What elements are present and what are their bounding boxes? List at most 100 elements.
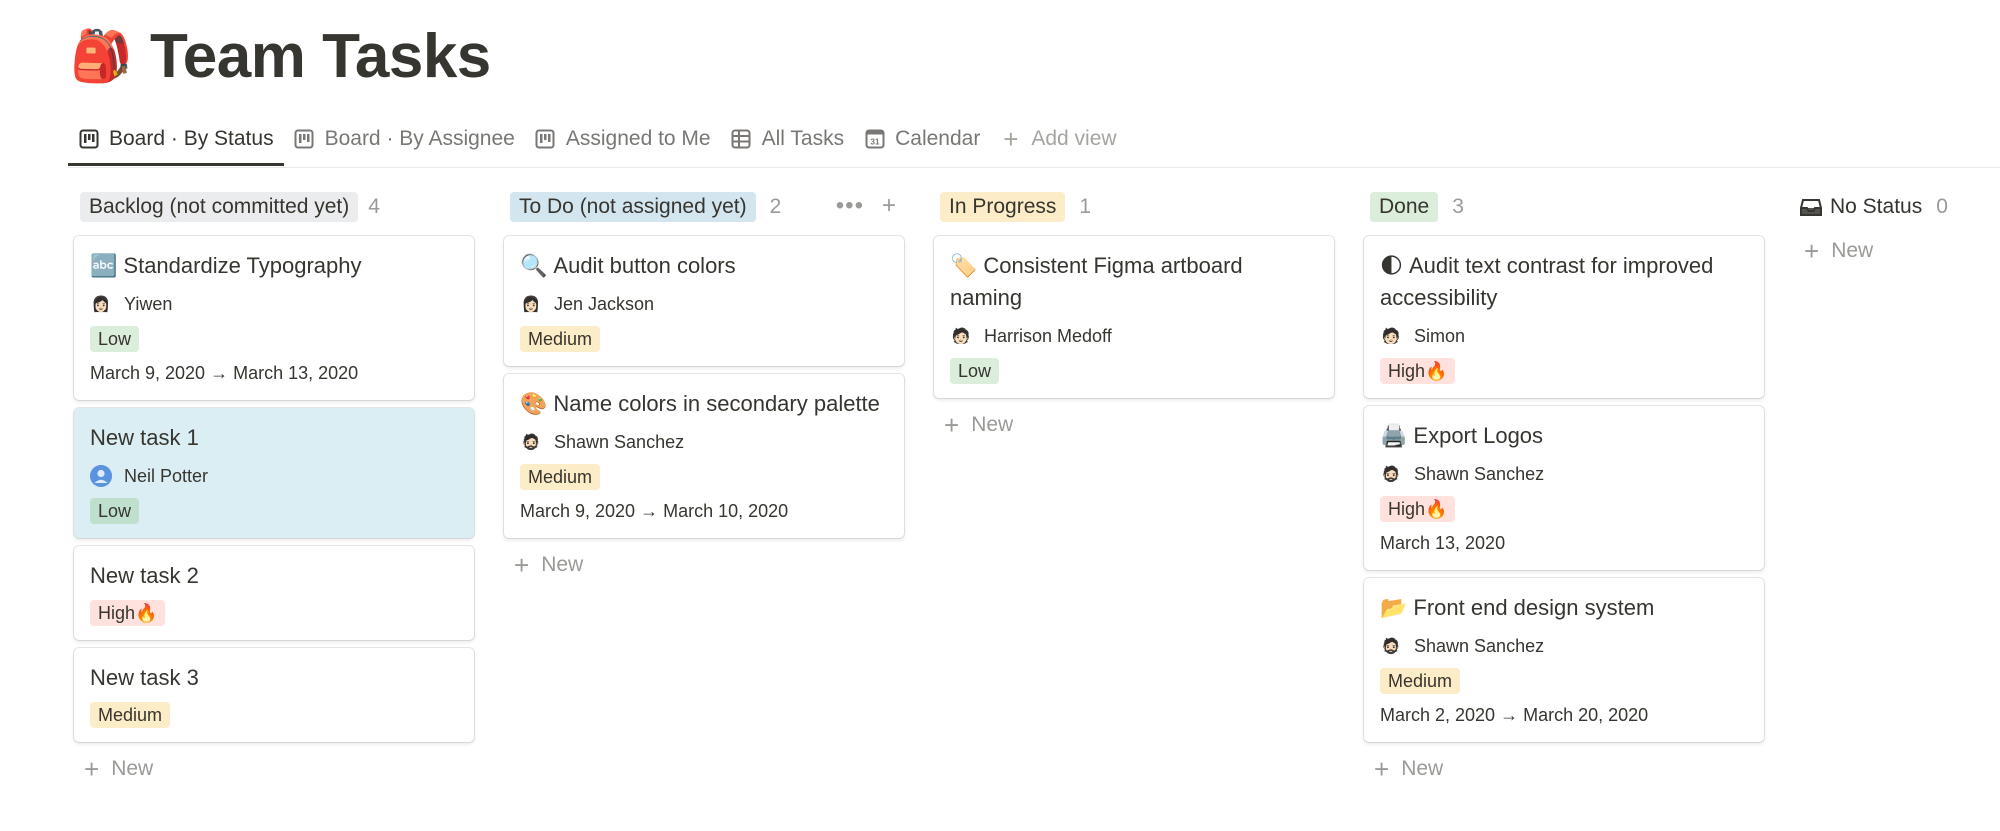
avatar: 🧔🏻 <box>1381 638 1401 655</box>
date: March 13, 2020 <box>1380 533 1506 553</box>
assignee-name: Shawn Sanchez <box>554 431 685 452</box>
task-card[interactable]: 🖨️ Export Logos 🧔🏻 Shawn Sanchez High🔥 Mar… <box>1364 406 1764 570</box>
new-label: New <box>1831 239 1874 262</box>
priority-tag: Low <box>90 498 140 524</box>
column-count: 3 <box>1452 195 1464 218</box>
board-icon <box>535 129 556 150</box>
magnifier-icon: 🔍 <box>520 253 548 278</box>
status-pill: To Do (not assigned yet) <box>510 192 756 222</box>
backpack-icon[interactable]: 🎒 <box>70 31 132 81</box>
printer-icon: 🖨️ <box>1380 423 1408 448</box>
avatar: 🧔🏻 <box>521 434 541 451</box>
assignee: 🧔🏻 Shawn Sanchez <box>1380 632 1748 660</box>
assignee-name: Neil Potter <box>124 465 209 486</box>
column-count: 2 <box>769 195 782 218</box>
new-card-button[interactable]: + New <box>1794 232 1994 270</box>
card-title: Consistent Figma artboard naming <box>950 253 1243 310</box>
task-card[interactable]: New task 1 Neil Potter Low <box>74 408 474 538</box>
assignee-name: Yiwen <box>124 293 173 314</box>
avatar: 🧑🏻 <box>951 328 971 345</box>
card-title: New task 3 <box>90 665 199 690</box>
task-card[interactable]: 🔍 Audit button colors 👩🏻 Jen Jackson Mediu… <box>504 236 904 366</box>
new-label: New <box>1401 757 1444 780</box>
assignee-name: Jen Jackson <box>554 293 655 314</box>
add-view-button[interactable]: + Add view <box>990 112 1126 166</box>
tab-label: Assigned to Me <box>565 127 711 150</box>
column-header[interactable]: In Progress 1 <box>934 188 1334 226</box>
priority-tag: Medium <box>520 326 601 352</box>
task-card[interactable]: 🌓 Audit text contrast for improved access… <box>1364 236 1764 398</box>
column-count: 4 <box>368 195 380 218</box>
assignee-name: Harrison Medoff <box>984 325 1112 346</box>
task-card[interactable]: 🔤 Standardize Typography 👩🏻 Yiwen Low Marc… <box>74 236 474 400</box>
abcd-icon: 🔤 <box>90 253 118 278</box>
task-card[interactable]: New task 3 Medium <box>74 648 474 742</box>
status-pill: Backlog (not committed yet) <box>80 192 359 222</box>
tab-board-by-status[interactable]: Board · By Status <box>68 112 284 166</box>
new-card-button[interactable]: + New <box>504 546 904 584</box>
folder-icon: 📂 <box>1380 595 1408 620</box>
tab-label: Board · By Assignee <box>324 127 515 150</box>
avatar: 🧔🏻 <box>1381 466 1401 483</box>
column-count: 0 <box>1936 195 1948 218</box>
tab-board-by-assignee[interactable]: Board · By Assignee <box>284 112 525 166</box>
column-count: 1 <box>1079 195 1092 218</box>
new-card-button[interactable]: + New <box>1364 750 1764 788</box>
svg-text:31: 31 <box>870 138 879 147</box>
column-done: Done 3 🌓 Audit text contrast for improved… <box>1364 188 1764 788</box>
column-actions: ••• + <box>836 192 896 220</box>
view-tabs: Board · By Status Board · By Assignee As… <box>68 112 1127 168</box>
priority-tag: Low <box>90 326 140 352</box>
column-header[interactable]: No Status 0 <box>1794 188 1994 226</box>
assignee-name: Shawn Sanchez <box>1414 463 1545 484</box>
assignee: 🧔🏻 Shawn Sanchez <box>520 428 888 456</box>
plus-icon[interactable]: + <box>882 192 896 220</box>
new-card-button[interactable]: + New <box>934 406 1334 444</box>
column-header[interactable]: To Do (not assigned yet) 2 ••• + <box>504 188 904 226</box>
new-label: New <box>541 553 584 576</box>
priority-tag: Medium <box>520 464 601 490</box>
priority-tag: High🔥 <box>1380 358 1456 384</box>
assignee: 👩🏻 Yiwen <box>90 290 458 318</box>
status-pill: Done <box>1370 192 1439 222</box>
plus-icon: + <box>1804 235 1820 266</box>
priority-tag: Medium <box>1380 668 1461 694</box>
more-icon[interactable]: ••• <box>836 192 864 220</box>
table-icon <box>731 129 752 150</box>
tab-assigned-to-me[interactable]: Assigned to Me <box>525 112 721 166</box>
column-backlog: Backlog (not committed yet) 4 🔤 Standardi… <box>74 188 474 788</box>
active-tab-indicator <box>68 163 284 166</box>
task-card[interactable]: 📂 Front end design system 🧔🏻 Shawn Sanchez… <box>1364 578 1764 742</box>
column-header[interactable]: Done 3 <box>1364 188 1764 226</box>
card-title: Name colors in secondary palette <box>553 391 880 416</box>
task-card[interactable]: New task 2 High🔥 <box>74 546 474 640</box>
avatar <box>90 465 112 487</box>
plus-icon: + <box>944 409 960 440</box>
plus-icon: + <box>1374 753 1390 784</box>
tab-label: Calendar <box>895 127 981 150</box>
column-in-progress: In Progress 1 🏷️ Consistent Figma artboar… <box>934 188 1334 444</box>
task-card[interactable]: 🎨 Name colors in secondary palette 🧔🏻 Shaw… <box>504 374 904 538</box>
priority-tag: Low <box>950 358 1000 384</box>
plus-icon: + <box>1003 123 1019 154</box>
column-header[interactable]: Backlog (not committed yet) 4 <box>74 188 474 226</box>
half-moon-icon: 🌓 <box>1380 253 1403 278</box>
plus-icon: + <box>514 549 530 580</box>
tab-calendar[interactable]: 31 Calendar <box>854 112 990 166</box>
plus-icon: + <box>84 753 100 784</box>
new-label: New <box>971 413 1014 436</box>
assignee: 🧑🏻 Harrison Medoff <box>950 322 1318 350</box>
palette-icon: 🎨 <box>520 391 548 416</box>
tab-all-tasks[interactable]: All Tasks <box>721 112 854 166</box>
new-label: New <box>111 757 154 780</box>
tab-label: Add view <box>1031 127 1117 150</box>
page-title[interactable]: Team Tasks <box>150 21 491 92</box>
card-title: New task 2 <box>90 563 199 588</box>
column-title: No Status <box>1830 195 1923 218</box>
priority-tag: High🔥 <box>1380 496 1456 522</box>
board-icon <box>294 129 315 150</box>
task-card[interactable]: 🏷️ Consistent Figma artboard naming 🧑🏻 Har… <box>934 236 1334 398</box>
status-pill: In Progress <box>940 192 1066 222</box>
new-card-button[interactable]: + New <box>74 750 474 788</box>
card-title: Audit text contrast for improved accessi… <box>1380 253 1714 310</box>
